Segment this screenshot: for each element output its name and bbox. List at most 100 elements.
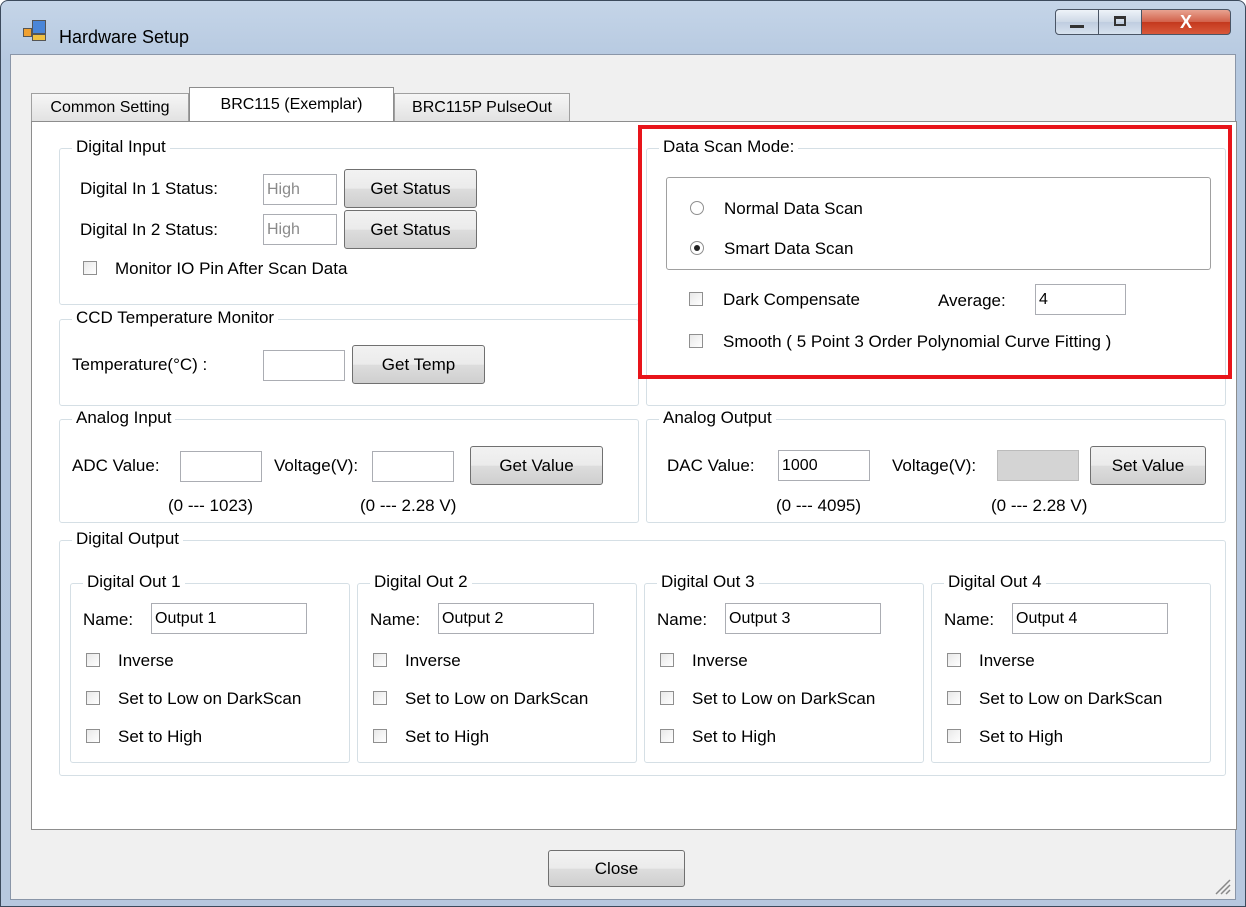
get-temp-button[interactable]: Get Temp	[352, 345, 485, 384]
close-window-button[interactable]: X	[1141, 9, 1231, 35]
hardware-setup-window: Hardware Setup X Common Setting BRC115 (…	[0, 0, 1246, 907]
analog-input-group: Analog Input ADC Value: Voltage(V): Get …	[59, 408, 639, 523]
average-label: Average:	[938, 291, 1006, 310]
dac-value-label: DAC Value:	[667, 456, 755, 475]
minimize-button[interactable]	[1055, 9, 1099, 35]
voltage-out-range-label: (0 --- 2.28 V)	[991, 496, 1088, 515]
digital-output-title: Digital Output	[72, 529, 183, 549]
data-scan-mode-title: Data Scan Mode:	[659, 137, 799, 157]
get-value-button[interactable]: Get Value	[470, 446, 603, 485]
close-icon: X	[1179, 12, 1192, 32]
digital-out-title: Digital Out 1	[83, 572, 185, 592]
set-low-on-darkscan-label: Set to Low on DarkScan	[118, 689, 302, 708]
smart-data-scan-radio[interactable]	[690, 241, 704, 255]
monitor-io-label: Monitor IO Pin After Scan Data	[115, 259, 348, 278]
set-to-high-label: Set to High	[979, 727, 1064, 746]
inverse-checkbox[interactable]	[86, 653, 100, 667]
digital-input-title: Digital Input	[72, 137, 170, 157]
ccd-temperature-group: CCD Temperature Monitor Temperature(°C) …	[59, 308, 639, 406]
dac-range-label: (0 --- 4095)	[776, 496, 862, 515]
digital-out-1-group: Digital Out 1 Name: Inverse Set to Low on D…	[70, 572, 350, 763]
set-low-on-darkscan-checkbox[interactable]	[947, 691, 961, 705]
set-low-on-darkscan-checkbox[interactable]	[660, 691, 674, 705]
normal-data-scan-label: Normal Data Scan	[724, 199, 863, 218]
resize-grip-icon[interactable]	[1213, 877, 1231, 895]
digital-out-title: Digital Out 4	[944, 572, 1046, 592]
output-name-field[interactable]	[151, 603, 307, 634]
analog-output-group: Analog Output DAC Value: Voltage(V): Set…	[646, 408, 1226, 523]
voltage-in-label: Voltage(V):	[274, 456, 359, 475]
tab-panel: Digital Input Digital In 1 Status: Get S…	[31, 121, 1237, 830]
ccd-temperature-title: CCD Temperature Monitor	[72, 308, 279, 328]
digital-in-2-status-field	[263, 214, 337, 245]
set-to-high-label: Set to High	[692, 727, 777, 746]
set-low-on-darkscan-label: Set to Low on DarkScan	[692, 689, 876, 708]
inverse-checkbox[interactable]	[947, 653, 961, 667]
set-to-high-checkbox[interactable]	[660, 729, 674, 743]
set-value-button[interactable]: Set Value	[1090, 446, 1206, 485]
maximize-button[interactable]	[1098, 9, 1142, 35]
window-title: Hardware Setup	[59, 27, 190, 47]
normal-data-scan-radio[interactable]	[690, 201, 704, 215]
output-name-label: Name:	[83, 610, 134, 629]
set-low-on-darkscan-checkbox[interactable]	[86, 691, 100, 705]
set-low-on-darkscan-label: Set to Low on DarkScan	[979, 689, 1163, 708]
monitor-io-checkbox[interactable]	[83, 261, 97, 275]
get-status-1-button[interactable]: Get Status	[344, 169, 477, 208]
set-low-on-darkscan-label: Set to Low on DarkScan	[405, 689, 589, 708]
data-scan-mode-group: Data Scan Mode: Normal Data Scan Smart D…	[646, 137, 1226, 406]
set-to-high-checkbox[interactable]	[373, 729, 387, 743]
dark-compensate-checkbox[interactable]	[689, 292, 703, 306]
average-field[interactable]	[1035, 284, 1126, 315]
inverse-label: Inverse	[979, 651, 1035, 670]
set-low-on-darkscan-checkbox[interactable]	[373, 691, 387, 705]
inverse-checkbox[interactable]	[373, 653, 387, 667]
digital-out-title: Digital Out 2	[370, 572, 472, 592]
adc-value-label: ADC Value:	[72, 456, 160, 475]
tab-brc115p-pulseout[interactable]: BRC115P PulseOut	[394, 93, 570, 121]
voltage-in-field	[372, 451, 454, 482]
digital-out-2-group: Digital Out 2 Name: Inverse Set to Low on D…	[357, 572, 637, 763]
smart-data-scan-label: Smart Data Scan	[724, 239, 854, 258]
smooth-checkbox[interactable]	[689, 334, 703, 348]
inverse-checkbox[interactable]	[660, 653, 674, 667]
digital-out-title: Digital Out 3	[657, 572, 759, 592]
minimize-icon	[1056, 10, 1098, 34]
analog-output-title: Analog Output	[659, 408, 776, 428]
set-to-high-checkbox[interactable]	[947, 729, 961, 743]
get-status-2-button[interactable]: Get Status	[344, 210, 477, 249]
analog-input-title: Analog Input	[72, 408, 176, 428]
digital-in-1-status-field	[263, 174, 337, 205]
output-name-label: Name:	[944, 610, 995, 629]
set-to-high-checkbox[interactable]	[86, 729, 100, 743]
app-icon	[23, 19, 47, 41]
temperature-field	[263, 350, 345, 381]
dac-value-field[interactable]	[778, 450, 870, 481]
adc-range-label: (0 --- 1023)	[168, 496, 254, 515]
scan-mode-radio-box: Normal Data Scan Smart Data Scan	[666, 177, 1211, 270]
maximize-icon	[1099, 10, 1141, 34]
tab-common-setting[interactable]: Common Setting	[31, 93, 189, 121]
title-bar[interactable]: Hardware Setup X	[1, 1, 1245, 47]
tab-brc115-exemplar[interactable]: BRC115 (Exemplar)	[189, 87, 394, 121]
digital-out-3-group: Digital Out 3 Name: Inverse Set to Low on D…	[644, 572, 924, 763]
smooth-label: Smooth ( 5 Point 3 Order Polynomial Curv…	[723, 332, 1112, 351]
inverse-label: Inverse	[118, 651, 174, 670]
set-to-high-label: Set to High	[118, 727, 203, 746]
inverse-label: Inverse	[692, 651, 748, 670]
voltage-out-field	[997, 450, 1079, 481]
digital-input-group: Digital Input Digital In 1 Status: Get S…	[59, 137, 639, 305]
dark-compensate-label: Dark Compensate	[723, 290, 861, 309]
output-name-field[interactable]	[1012, 603, 1168, 634]
set-to-high-label: Set to High	[405, 727, 490, 746]
close-button[interactable]: Close	[548, 850, 685, 887]
output-name-label: Name:	[370, 610, 421, 629]
digital-in-2-label: Digital In 2 Status:	[80, 220, 218, 239]
output-name-field[interactable]	[725, 603, 881, 634]
digital-out-4-group: Digital Out 4 Name: Inverse Set to Low on D…	[931, 572, 1211, 763]
digital-in-1-label: Digital In 1 Status:	[80, 179, 218, 198]
output-name-label: Name:	[657, 610, 708, 629]
temperature-label: Temperature(°C) :	[72, 355, 208, 374]
voltage-out-label: Voltage(V):	[892, 456, 977, 475]
output-name-field[interactable]	[438, 603, 594, 634]
